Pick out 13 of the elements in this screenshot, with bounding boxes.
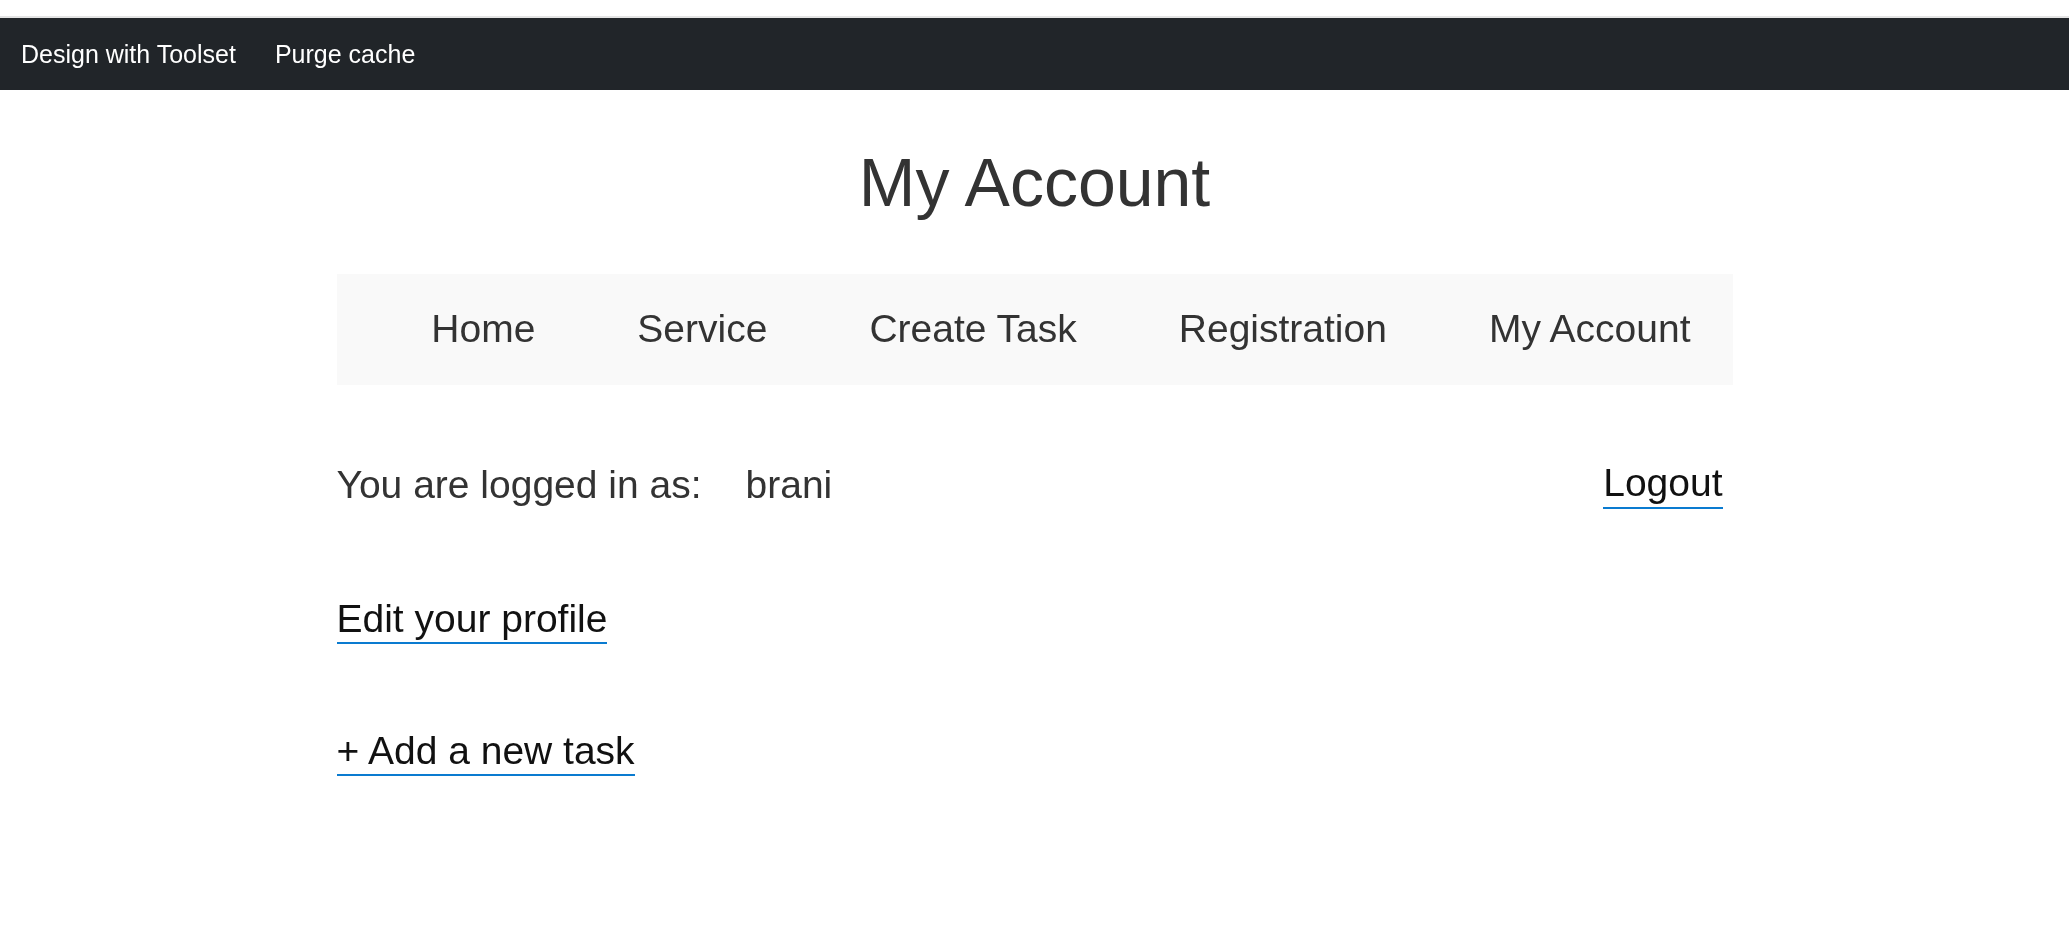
add-task-link[interactable]: + Add a new task — [336, 728, 635, 776]
admin-bar-link[interactable]: Purge cache — [274, 39, 416, 69]
logout-link[interactable]: Logout — [1603, 460, 1723, 509]
logged-in-label: You are logged in as: — [336, 462, 702, 507]
nav-link[interactable]: Registration — [1178, 307, 1387, 352]
page-title: My Account — [857, 143, 1212, 222]
edit-profile-link[interactable]: Edit your profile — [336, 596, 608, 644]
nav-link[interactable]: Home — [431, 307, 536, 352]
nav-link[interactable]: Service — [637, 307, 768, 352]
admin-bar-link[interactable]: Design with Toolset — [21, 39, 236, 69]
username: brani — [745, 462, 833, 507]
nav-link[interactable]: My Account — [1488, 307, 1691, 352]
nav-link[interactable]: Create Task — [869, 307, 1077, 352]
